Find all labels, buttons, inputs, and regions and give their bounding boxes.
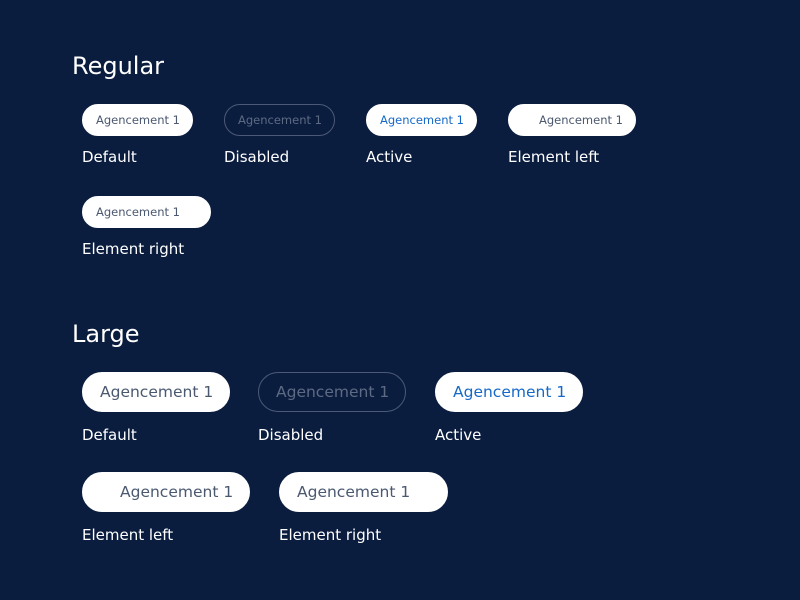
state-label-element-left: Element left bbox=[508, 148, 600, 166]
regular-default-chip[interactable]: Agencement 1 bbox=[82, 104, 193, 136]
large-section-title: Large bbox=[72, 320, 140, 348]
large-disabled-chip: Agencement 1 bbox=[258, 372, 407, 412]
regular-disabled-chip: Agencement 1 bbox=[224, 104, 335, 136]
large-active-variant: Agencement 1 Active bbox=[435, 372, 584, 444]
large-element-left-variant: Agencement 1 Element left bbox=[82, 472, 251, 544]
state-label-element-left: Element left bbox=[82, 526, 174, 544]
chip-label: Agencement 1 bbox=[539, 113, 623, 127]
state-label-active: Active bbox=[366, 148, 413, 166]
chip-component-showcase: Regular Agencement 1 Default Agencement … bbox=[0, 0, 800, 600]
large-element-left-chip[interactable]: Agencement 1 bbox=[82, 472, 251, 512]
chip-label: Agencement 1 bbox=[96, 205, 180, 219]
large-element-right-chip[interactable]: Agencement 1 bbox=[279, 472, 449, 512]
regular-element-left-variant: Agencement 1 Element left bbox=[508, 104, 636, 166]
chip-label: Agencement 1 bbox=[453, 383, 567, 401]
state-label-active: Active bbox=[435, 426, 482, 444]
chip-label: Agencement 1 bbox=[276, 383, 390, 401]
state-label-default: Default bbox=[82, 148, 137, 166]
state-label-disabled: Disabled bbox=[224, 148, 290, 166]
large-active-chip[interactable]: Agencement 1 bbox=[435, 372, 584, 412]
regular-element-right-variant: Agencement 1 Element right bbox=[82, 196, 211, 258]
regular-disabled-variant: Agencement 1 Disabled bbox=[224, 104, 335, 166]
regular-default-variant: Agencement 1 Default bbox=[82, 104, 193, 166]
large-default-chip[interactable]: Agencement 1 bbox=[82, 372, 231, 412]
state-label-disabled: Disabled bbox=[258, 426, 324, 444]
chip-label: Agencement 1 bbox=[120, 483, 234, 501]
chip-label: Agencement 1 bbox=[100, 383, 214, 401]
chip-label: Agencement 1 bbox=[297, 483, 411, 501]
large-element-right-variant: Agencement 1 Element right bbox=[279, 472, 449, 544]
regular-element-left-chip[interactable]: Agencement 1 bbox=[508, 104, 636, 136]
large-default-variant: Agencement 1 Default bbox=[82, 372, 231, 444]
state-label-default: Default bbox=[82, 426, 137, 444]
chip-label: Agencement 1 bbox=[380, 113, 464, 127]
state-label-element-right: Element right bbox=[82, 240, 185, 258]
regular-section-title: Regular bbox=[72, 52, 165, 80]
regular-active-variant: Agencement 1 Active bbox=[366, 104, 477, 166]
regular-element-right-chip[interactable]: Agencement 1 bbox=[82, 196, 211, 228]
state-label-element-right: Element right bbox=[279, 526, 382, 544]
chip-label: Agencement 1 bbox=[238, 113, 322, 127]
large-disabled-variant: Agencement 1 Disabled bbox=[258, 372, 407, 444]
regular-active-chip[interactable]: Agencement 1 bbox=[366, 104, 477, 136]
chip-label: Agencement 1 bbox=[96, 113, 180, 127]
